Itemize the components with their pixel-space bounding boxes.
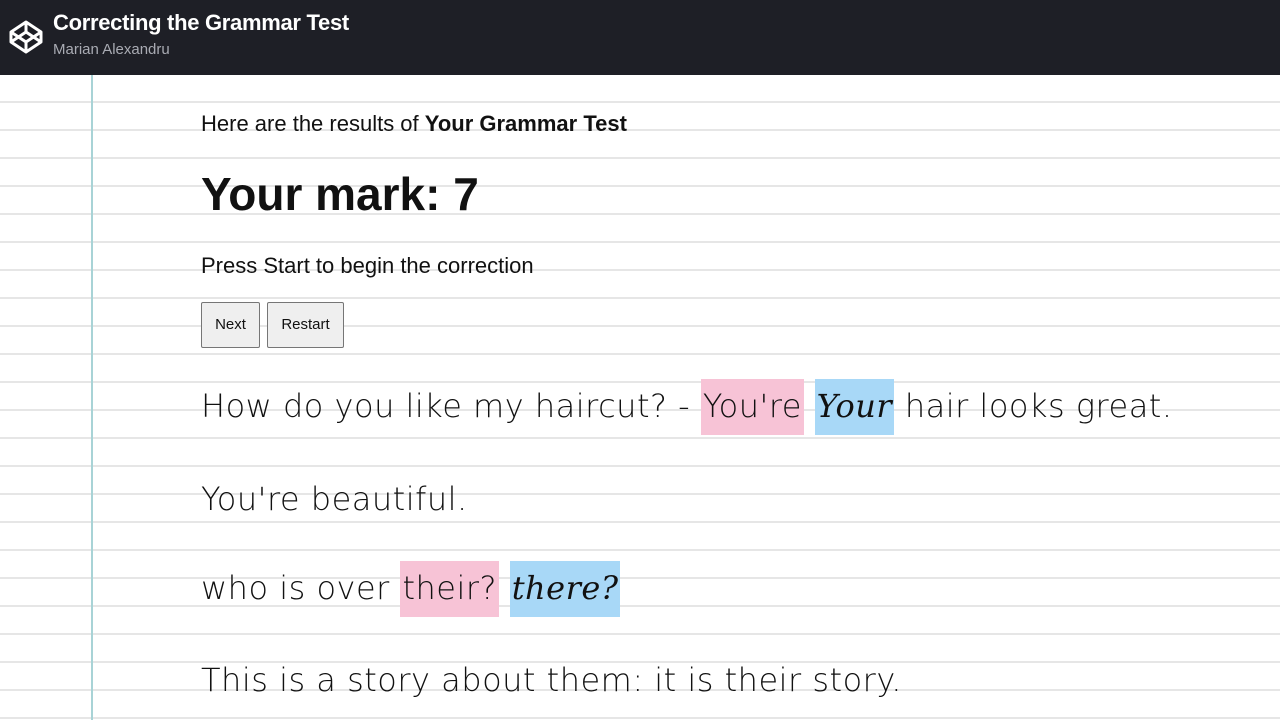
sentence-3-before: who is over: [201, 569, 401, 607]
sentence-1: How do you like my haircut? - You're You…: [201, 379, 1173, 435]
sentence-3-wrong-word: their?: [400, 561, 500, 617]
mark-label: Your mark:: [201, 168, 454, 220]
instruction-text: Press Start to begin the correction: [201, 253, 534, 278]
next-button[interactable]: Next: [201, 302, 260, 348]
header-bar: Correcting the Grammar Test Marian Alexa…: [0, 0, 1280, 75]
margin-line: [91, 75, 93, 720]
sentence-4: This is a story about them: it is their …: [201, 661, 902, 699]
sentence-1-after: hair looks great.: [894, 387, 1173, 425]
sentence-3-correct-word: there?: [509, 561, 621, 617]
sentence-1-correct-word: Your: [814, 379, 895, 435]
codepen-logo-icon[interactable]: [8, 19, 44, 55]
restart-button[interactable]: Restart: [267, 302, 344, 348]
intro-text: Here are the results of: [201, 111, 425, 136]
intro-test-name: Your Grammar Test: [424, 111, 627, 136]
sentence-3: who is over their? there?: [201, 561, 621, 617]
notebook-paper: Here are the results of Your Grammar Tes…: [0, 75, 1280, 720]
sentence-1-wrong-word: You're: [700, 379, 804, 435]
sentence-1-before: How do you like my haircut? -: [201, 387, 701, 425]
mark-value: 7: [453, 168, 479, 220]
sentence-2: You're beautiful.: [201, 480, 468, 518]
page-title: Correcting the Grammar Test: [53, 10, 349, 35]
mark-heading: Your mark: 7: [201, 167, 479, 221]
results-intro: Here are the results of Your Grammar Tes…: [201, 111, 627, 137]
author-name[interactable]: Marian Alexandru: [53, 41, 170, 58]
